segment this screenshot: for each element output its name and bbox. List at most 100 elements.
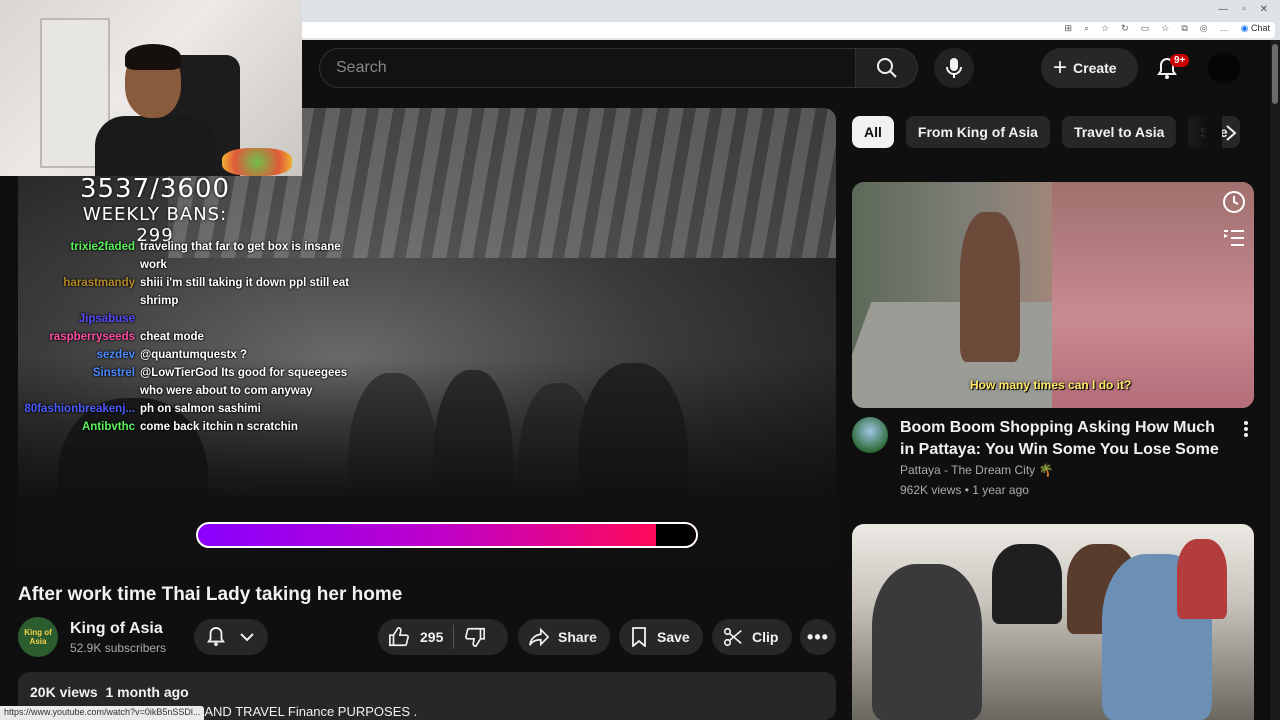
microphone-icon: [946, 58, 962, 78]
chat-message: sezdev @quantumquestx ?: [10, 346, 350, 364]
video-menu-button[interactable]: [1236, 419, 1256, 439]
create-label: Create: [1073, 60, 1117, 76]
video-title: After work time Thai Lady taking her hom…: [18, 584, 403, 605]
thumbnail-figure: [1177, 539, 1227, 619]
thumbnail-blur: [1052, 182, 1254, 408]
channel-avatar[interactable]: King of Asia: [18, 617, 58, 657]
chat-text: shiii i'm still taking it down ppl still…: [140, 277, 350, 307]
search-button[interactable]: [855, 48, 918, 88]
chat-message: raspberryseeds cheat mode: [10, 328, 350, 346]
save-button[interactable]: Save: [619, 619, 703, 655]
chat-username: harastmandy: [63, 277, 135, 289]
streamer-body: [95, 116, 215, 176]
clock-icon: [1223, 191, 1245, 213]
queue-icon: [1224, 230, 1244, 246]
like-divider: [453, 625, 455, 649]
more-vertical-icon: [1244, 421, 1248, 437]
create-button[interactable]: + Create: [1041, 48, 1138, 88]
chat-text: cheat mode: [140, 331, 204, 343]
account-avatar[interactable]: [1208, 52, 1240, 84]
browser-extension-icons: ⊞ ⌕ ☆ ↻ ▭ ☆ ⧉ ◎ … ◉ Chat: [1065, 23, 1271, 34]
collections-icon[interactable]: ⧉: [1181, 23, 1187, 34]
thumbs-down-icon[interactable]: [464, 626, 486, 648]
chip-all[interactable]: All: [852, 116, 894, 148]
chat-label: Chat: [1250, 23, 1270, 33]
like-count[interactable]: 295: [420, 629, 443, 645]
share-icon: [529, 627, 550, 647]
chat-text: @LowTierGod Its good for squeegees who w…: [140, 367, 348, 397]
chip-filter[interactable]: From King of Asia: [905, 116, 1050, 148]
chat-username: Jipsabuse: [78, 313, 135, 325]
chip-filter[interactable]: Travel to Asia: [1061, 116, 1177, 148]
page-scrollbar[interactable]: [1270, 40, 1280, 720]
search-input[interactable]: [320, 49, 856, 87]
chat-message: harastmandy shiii i'm still taking it dow…: [10, 274, 350, 310]
add-to-queue-button[interactable]: [1221, 225, 1247, 251]
chat-message: Sinstrel @LowTierGod Its good for squeege…: [10, 364, 350, 400]
thumbnail-figure: [872, 564, 982, 720]
chat-message: 80fashionbreakenj... ph on salmon sashimi: [10, 400, 350, 418]
share-button[interactable]: Share: [518, 619, 610, 655]
chat-username: Sinstrel: [92, 367, 135, 379]
scissors-icon: [723, 627, 742, 647]
webcam-overlay: [0, 0, 302, 176]
chat-button[interactable]: ◉ Chat: [1241, 23, 1270, 34]
counter-value: 3537/3600: [79, 174, 231, 204]
thumbnail-figure: [960, 212, 1020, 362]
voice-search-button[interactable]: [934, 48, 974, 88]
more-horizontal-icon: •••: [807, 626, 829, 647]
video-thumbnail[interactable]: [852, 524, 1254, 720]
star-icon[interactable]: ☆: [1101, 23, 1109, 34]
chat-text: come back itchin n scratchin: [140, 421, 298, 433]
chat-username: raspberryseeds: [49, 331, 135, 343]
clip-label: Clip: [752, 629, 779, 645]
notifications-badge: 9+: [1170, 54, 1190, 67]
minimize-icon[interactable]: —: [1218, 4, 1228, 15]
subscription-bell-button[interactable]: [194, 619, 268, 655]
streamer-hair: [125, 44, 181, 70]
streamer: [95, 44, 225, 176]
scrollbar-thumb[interactable]: [1272, 44, 1278, 104]
search-box[interactable]: [319, 48, 856, 88]
reload-icon[interactable]: ↻: [1121, 23, 1129, 34]
video-thumbnail[interactable]: How many times can I do it?: [852, 182, 1254, 408]
chips-fade: [1172, 116, 1222, 148]
zoom-icon[interactable]: ⌕: [1084, 23, 1089, 34]
bookmark-icon: [632, 627, 646, 647]
chat-text: @quantumquestx ?: [140, 349, 248, 361]
chat-text: traveling that far to get box is insane …: [140, 241, 341, 271]
stream-chat: trixie2faded traveling that far to get bo…: [10, 238, 350, 436]
copilot-icon: ◉: [1240, 23, 1249, 33]
sidebar-video-title[interactable]: Boom Boom Shopping Asking How Much in Pa…: [900, 417, 1230, 461]
channel-avatar[interactable]: [852, 417, 888, 453]
window-controls: — ▫ ✕: [1218, 4, 1268, 15]
plus-icon: +: [1053, 54, 1068, 81]
maximize-icon[interactable]: ▫: [1242, 4, 1246, 15]
favorites-icon[interactable]: ☆: [1161, 23, 1169, 34]
clip-button[interactable]: Clip: [712, 619, 792, 655]
sidebar-icon[interactable]: ▭: [1141, 23, 1150, 34]
webcam-pillow: [222, 148, 292, 176]
search-icon: [876, 58, 897, 78]
chat-message: Jipsabuse: [10, 310, 350, 328]
sidebar-video-channel[interactable]: Pattaya - The Dream City 🌴: [900, 463, 1053, 477]
chips-next-button[interactable]: [1218, 120, 1244, 146]
watch-later-button[interactable]: [1221, 189, 1247, 215]
thumbs-up-icon[interactable]: [388, 626, 410, 648]
channel-name[interactable]: King of Asia: [70, 620, 163, 638]
progress-remaining: [656, 524, 696, 546]
share-label: Share: [558, 629, 597, 645]
grid-icon[interactable]: ⊞: [1065, 23, 1073, 34]
chat-message: trixie2faded traveling that far to get bo…: [10, 238, 350, 274]
sidebar-video-meta: 962K views • 1 year ago: [900, 483, 1029, 497]
stream-goal-progress: [196, 522, 698, 548]
chevron-right-icon: [1226, 125, 1237, 141]
save-label: Save: [657, 629, 690, 645]
bell-icon: [207, 626, 225, 647]
close-icon[interactable]: ✕: [1260, 4, 1268, 15]
views-and-date: 20K views 1 month ago: [30, 684, 189, 700]
subscriber-count: 52.9K subscribers: [70, 641, 167, 655]
more-icon[interactable]: …: [1220, 23, 1229, 34]
profile-icon[interactable]: ◎: [1200, 23, 1208, 34]
more-actions-button[interactable]: •••: [800, 619, 836, 655]
